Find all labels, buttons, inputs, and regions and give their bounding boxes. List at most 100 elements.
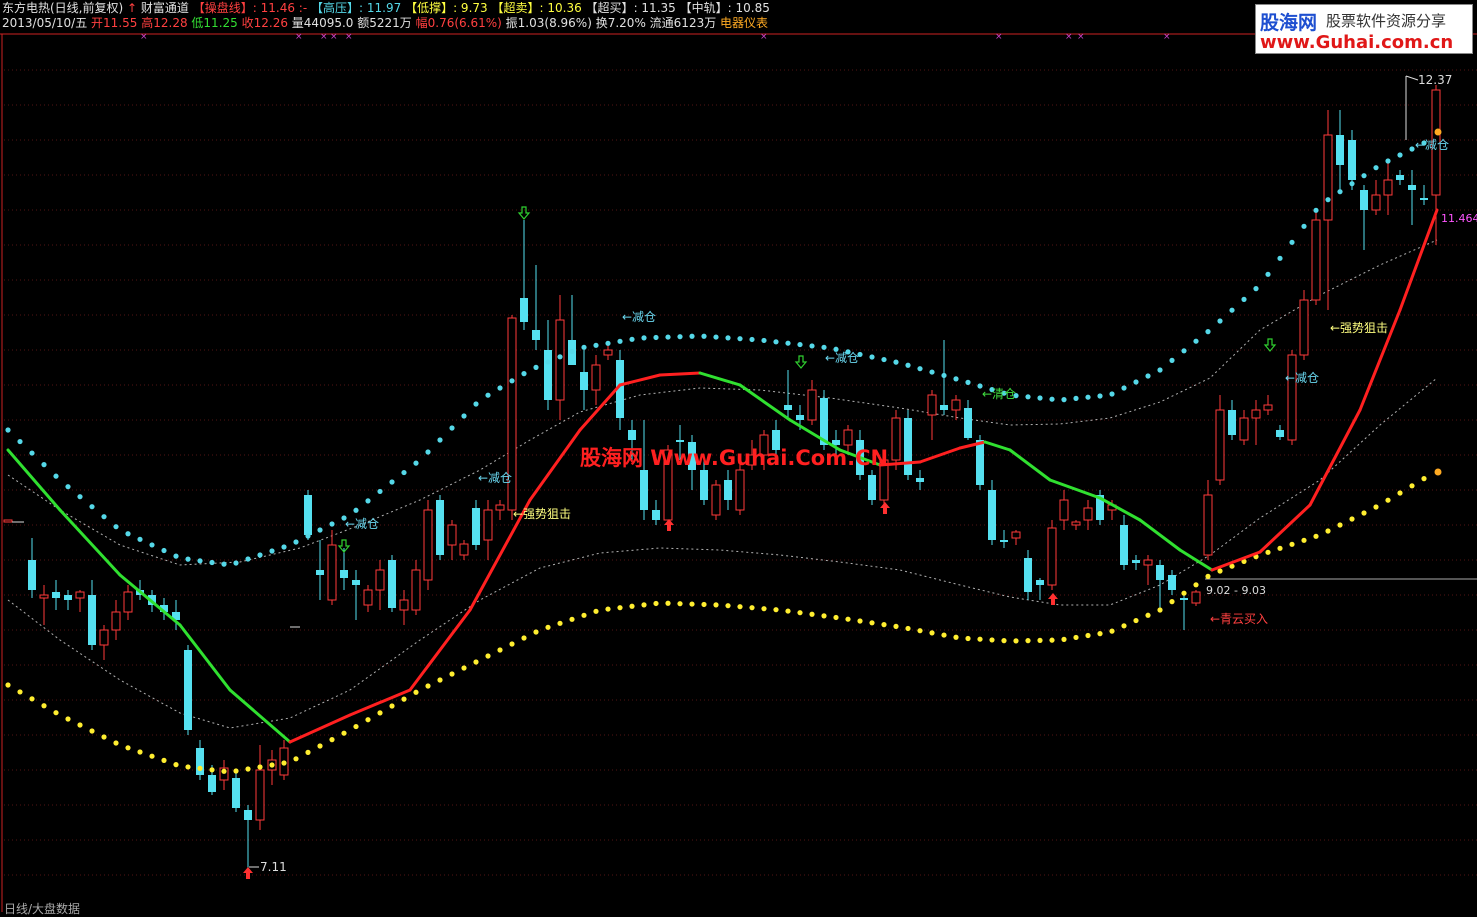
lower-dot [317, 743, 323, 749]
kline-chart[interactable]: × × × × × × × × × × 股海网 Www.Guhai.Com.CN 12.37 7.… [0, 0, 1477, 912]
lower-dot [1265, 549, 1271, 555]
lower-dot [797, 610, 803, 616]
candle-body [1011, 531, 1021, 539]
lower-dot [1145, 612, 1151, 618]
candle-body [436, 500, 444, 555]
upper-dot [389, 479, 395, 485]
lower-dot [257, 764, 263, 770]
candle-body [340, 570, 348, 578]
candle-body [1168, 575, 1176, 590]
candle-body [951, 399, 961, 411]
upper-dot [1409, 146, 1415, 152]
upper-dot [41, 462, 47, 468]
candle-body [1287, 354, 1297, 441]
candle-body [352, 580, 360, 585]
candle-body [411, 569, 421, 611]
upper-dot [329, 521, 335, 527]
lower-dot [989, 637, 995, 643]
lower-dot [41, 703, 47, 709]
runner-icon [1434, 468, 1442, 476]
high-price-label: 12.37 [1418, 73, 1452, 87]
bottom-tab[interactable]: 日线/大盘数据 [4, 900, 80, 917]
lower-dot [845, 616, 851, 622]
candle-body [39, 594, 49, 599]
lower-dot [425, 683, 431, 689]
lower-dot [1349, 516, 1355, 522]
watermark-center: 股海网 Www.Guhai.Com.CN [580, 446, 888, 470]
candle-body [459, 543, 469, 556]
lower-dot [1205, 573, 1211, 580]
lower-dot [5, 682, 11, 688]
lower-dot [965, 635, 971, 642]
upper-dot [1121, 385, 1127, 391]
middle-band [7, 239, 1438, 729]
ops-segment [1098, 496, 1142, 522]
upper-dot [1205, 329, 1211, 335]
candle-body [1239, 417, 1249, 441]
upper-dot [689, 333, 695, 339]
lower-dot [773, 607, 779, 613]
candle-body [628, 430, 636, 440]
candle-body [1120, 525, 1128, 565]
candle-body [1083, 507, 1093, 521]
upper-dot [1073, 395, 1079, 401]
ops-segment [618, 373, 662, 387]
cross-marker: × [1077, 32, 1085, 42]
upper-dot [161, 547, 167, 554]
upper-dot [197, 558, 203, 564]
upper-dot [881, 356, 887, 363]
upper-dot [497, 385, 503, 391]
candle-body [591, 364, 601, 391]
lower-dot [1121, 623, 1127, 629]
lower-dot [749, 605, 755, 611]
upper-dot [101, 514, 107, 520]
lower-dot [1181, 590, 1187, 596]
candle-body [1191, 591, 1201, 604]
lower-dot [593, 608, 599, 614]
lower-dot [389, 703, 395, 709]
upper-dot [893, 359, 899, 365]
lower-dot [1025, 638, 1031, 644]
candle-body [1420, 198, 1428, 200]
lower-dot [149, 753, 155, 759]
lower-dot [233, 768, 239, 774]
lower-dot [329, 737, 335, 743]
upper-dot [461, 413, 467, 419]
candle-body [232, 778, 240, 808]
candle-body [807, 389, 817, 421]
upper-dot [1325, 197, 1331, 203]
ops-segment [6, 448, 62, 512]
upper-dot [377, 488, 383, 495]
low-price-label: 7.11 [260, 860, 287, 874]
lower-dot [1049, 637, 1055, 643]
lower-dot [509, 641, 515, 647]
lower-dot [1193, 582, 1199, 588]
upper-dot [869, 354, 875, 360]
candle-body [652, 510, 660, 520]
lower-dot [1109, 628, 1115, 634]
lower-dot [557, 620, 563, 626]
lower-dot [17, 689, 23, 695]
candle-body [327, 544, 337, 601]
candle-body [1383, 179, 1393, 196]
ops-segment [1398, 208, 1439, 312]
lower-dot [173, 762, 179, 768]
candle-body [544, 350, 552, 400]
candle-body [1299, 299, 1309, 356]
lower-dot [653, 600, 659, 607]
logo-tagline: 股票软件资源分享 [1326, 12, 1447, 30]
candle-body [1132, 560, 1140, 563]
upper-dot [473, 401, 479, 407]
annotation-clear: ←清仓 [982, 387, 1016, 401]
cross-marker: × [140, 32, 148, 42]
lower-dot [665, 600, 671, 606]
lower-dot [725, 603, 731, 609]
ops-segment [698, 371, 742, 387]
upper-dot [665, 334, 671, 340]
lower-dot [437, 677, 443, 683]
lower-dot [1073, 634, 1079, 641]
lower-dot [53, 710, 59, 716]
lower-dot [125, 745, 131, 751]
upper-dot [725, 335, 731, 341]
upper-dot [1025, 394, 1031, 400]
